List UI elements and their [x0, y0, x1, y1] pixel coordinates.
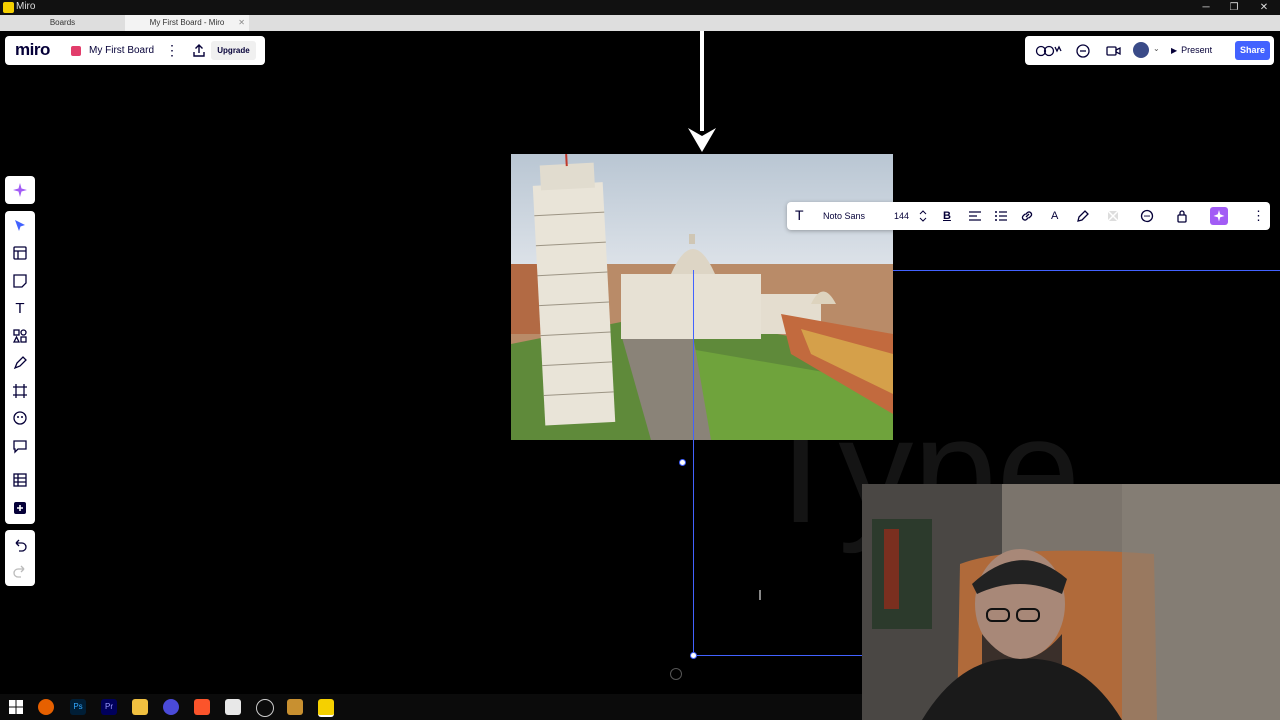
- undo-icon[interactable]: [12, 537, 28, 553]
- browser-tab-strip: Boards My First Board - Miro ✕: [0, 15, 1280, 31]
- arrow-head: [688, 128, 716, 152]
- video-call-icon[interactable]: [1104, 42, 1122, 60]
- rotate-icon[interactable]: [670, 668, 682, 680]
- store-icon[interactable]: [225, 699, 241, 715]
- connector-handle[interactable]: [679, 459, 686, 466]
- resize-handle[interactable]: [690, 652, 697, 659]
- ai-assist-icon[interactable]: [1210, 207, 1228, 225]
- firefox-icon[interactable]: [38, 699, 54, 715]
- premiere-icon[interactable]: Pr: [101, 699, 117, 715]
- settings-icon[interactable]: [256, 699, 274, 717]
- file-explorer-icon[interactable]: [132, 699, 148, 715]
- comment-icon[interactable]: [12, 438, 28, 454]
- tab-boards[interactable]: Boards: [0, 15, 125, 31]
- lock-icon[interactable]: [1175, 208, 1189, 224]
- board-name[interactable]: My First Board: [89, 45, 154, 56]
- redo-icon[interactable]: [12, 563, 28, 579]
- creation-toolbar: T: [5, 211, 35, 524]
- tab-my-first-board[interactable]: My First Board - Miro ✕: [125, 15, 249, 31]
- miro-taskbar-icon[interactable]: [318, 699, 334, 717]
- font-size-field[interactable]: 144: [894, 208, 909, 224]
- miro-app-icon: [3, 2, 14, 13]
- frame-icon[interactable]: [12, 383, 28, 399]
- bold-icon[interactable]: B: [943, 208, 951, 224]
- text-cursor: [759, 590, 761, 600]
- board-header-panel: miro My First Board ⋮ Upgrade: [5, 36, 265, 65]
- text-color-icon[interactable]: A: [1051, 208, 1058, 224]
- history-toolbar: [5, 530, 35, 586]
- ai-sparkle-icon[interactable]: [12, 182, 28, 198]
- more-options-icon[interactable]: ⋮: [1252, 208, 1265, 224]
- table-icon[interactable]: [12, 472, 28, 488]
- export-icon[interactable]: [191, 43, 207, 59]
- text-type-icon[interactable]: T: [795, 207, 804, 223]
- font-size-stepper-icon[interactable]: [919, 208, 927, 224]
- text-format-toolbar: T Noto Sans 144 B A ⋮: [787, 202, 1270, 230]
- minimize-button[interactable]: ─: [1192, 0, 1220, 15]
- tab-close-icon[interactable]: ✕: [238, 15, 245, 31]
- text-tool-icon[interactable]: T: [12, 300, 28, 317]
- select-tool-icon[interactable]: [12, 218, 28, 234]
- tab-label: My First Board - Miro: [149, 18, 225, 27]
- window-title-bar: Miro ─ ❐ ✕: [0, 0, 1280, 15]
- brave-icon[interactable]: [194, 699, 210, 715]
- arrow-connector[interactable]: [700, 31, 704, 131]
- board-menu-icon[interactable]: ⋮: [165, 42, 179, 59]
- pen-icon[interactable]: [12, 355, 28, 371]
- windows-start-icon[interactable]: [8, 699, 24, 715]
- templates-icon[interactable]: [12, 245, 28, 261]
- highlight-icon[interactable]: [1075, 208, 1089, 224]
- more-tools-icon[interactable]: [12, 500, 28, 516]
- close-button[interactable]: ✕: [1250, 0, 1278, 15]
- chevron-down-icon[interactable]: ⌄: [1153, 44, 1160, 53]
- user-avatar[interactable]: [1133, 42, 1149, 58]
- chat-icon[interactable]: [1074, 42, 1092, 60]
- board-icon: [71, 46, 81, 56]
- app-icon[interactable]: [287, 699, 303, 715]
- fill-icon[interactable]: [1106, 208, 1120, 224]
- share-button[interactable]: Share: [1235, 41, 1270, 60]
- tab-label: Boards: [49, 18, 76, 27]
- collaboration-panel: ⌄ ▶ Present Share: [1025, 36, 1274, 65]
- photoshop-icon[interactable]: Ps: [70, 699, 86, 715]
- list-icon[interactable]: [994, 208, 1008, 224]
- selection-bottom-edge: [693, 655, 863, 656]
- maximize-button[interactable]: ❐: [1220, 0, 1248, 15]
- stickers-icon[interactable]: [12, 410, 28, 426]
- window-title: Miro: [16, 1, 36, 12]
- link-icon[interactable]: [1020, 208, 1034, 224]
- selection-top-edge: [893, 270, 1280, 271]
- present-button[interactable]: ▶ Present: [1171, 41, 1221, 60]
- media-player-icon[interactable]: [163, 699, 179, 715]
- ai-toolbar: [5, 176, 35, 204]
- comment-icon[interactable]: [1140, 208, 1154, 224]
- selection-left-edge: [693, 270, 694, 655]
- font-family-select[interactable]: Noto Sans: [823, 208, 865, 224]
- webcam-overlay: [862, 484, 1280, 720]
- play-icon: ▶: [1171, 46, 1178, 55]
- reactions-icon[interactable]: [1035, 42, 1063, 60]
- sticky-note-icon[interactable]: [12, 273, 28, 289]
- miro-logo[interactable]: miro: [15, 40, 50, 60]
- align-icon[interactable]: [968, 208, 982, 224]
- leaning-tower-image[interactable]: [511, 154, 893, 440]
- upgrade-button[interactable]: Upgrade: [211, 41, 256, 60]
- present-label: Present: [1181, 45, 1213, 55]
- shapes-icon[interactable]: [12, 328, 28, 344]
- os-taskbar: Ps Pr: [0, 694, 862, 720]
